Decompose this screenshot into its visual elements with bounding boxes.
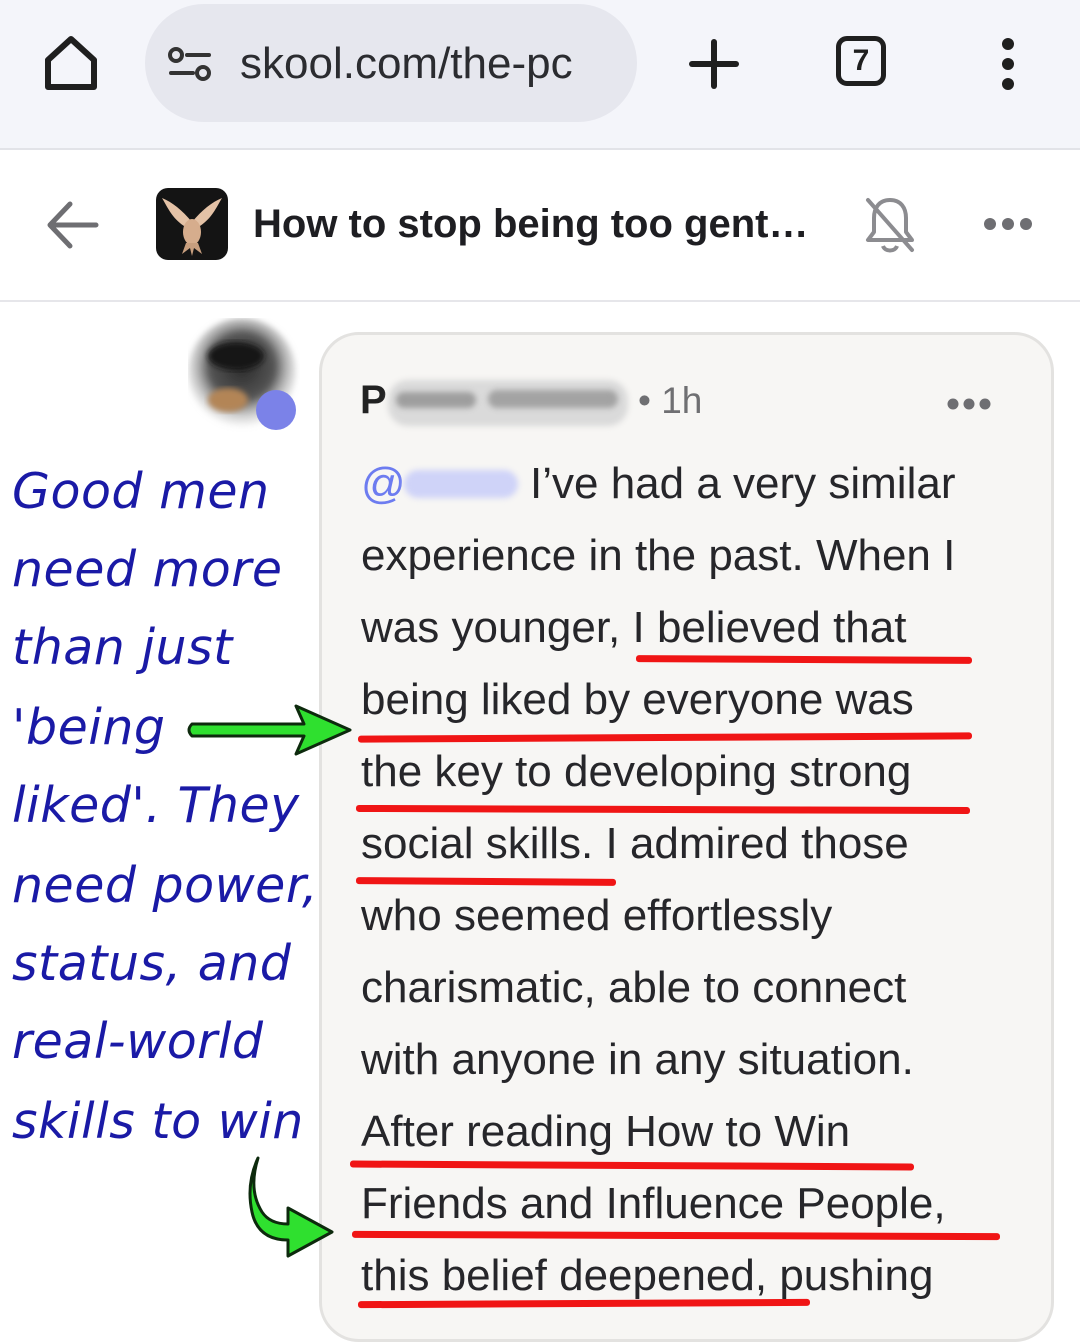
home-icon[interactable] xyxy=(38,30,104,96)
comment-text-line: the key to developing strong xyxy=(361,747,912,796)
author-name[interactable]: P xyxy=(360,378,387,423)
comment-more-icon[interactable] xyxy=(946,396,992,412)
comment-text-line: who seemed effortlessly xyxy=(361,891,833,940)
more-options-icon[interactable] xyxy=(982,214,1034,234)
comment-text-line: with anyone in any situation. xyxy=(361,1035,914,1084)
group-logo[interactable] xyxy=(156,188,228,260)
redacted-author-name-part xyxy=(396,392,476,408)
annotation-text: than just xyxy=(12,619,233,676)
post-header: How to stop being too gentl… xyxy=(0,150,1080,302)
new-tab-icon[interactable] xyxy=(686,36,742,92)
curved-arrow-icon xyxy=(248,1150,338,1258)
comment-text-line: being liked by everyone was xyxy=(361,675,914,724)
redacted-mention xyxy=(404,470,518,498)
annotation-text: skills to win xyxy=(12,1093,304,1150)
comment-text-line: this belief deepened, pushing xyxy=(361,1251,934,1300)
annotation-text: need more xyxy=(12,541,283,598)
comment-text-line: social skills. I admired those xyxy=(361,819,909,868)
redacted-author-name-part xyxy=(488,390,618,408)
annotation-text: real-world xyxy=(12,1013,264,1070)
bell-off-icon[interactable] xyxy=(862,194,918,256)
browser-toolbar: skool.com/the-pc 7 xyxy=(0,0,1080,150)
post-title: How to stop being too gentl… xyxy=(253,202,813,246)
annotation-text: 'being xyxy=(12,699,166,756)
comment-text-line: Friends and Influence People, xyxy=(361,1179,946,1228)
comment-text-line: was younger, I believed that xyxy=(361,603,907,652)
avatar[interactable] xyxy=(188,318,300,442)
menu-icon[interactable] xyxy=(990,36,1026,96)
back-arrow-icon[interactable] xyxy=(44,200,100,250)
comment-text-line: charismatic, able to connect xyxy=(361,963,907,1012)
mention-link[interactable]: @ xyxy=(361,458,406,510)
comment-text-line: I’ve had a very similar xyxy=(530,459,956,508)
site-settings-icon[interactable] xyxy=(167,46,213,82)
annotation-text: need power, xyxy=(12,857,319,914)
url-text[interactable]: skool.com/the-pc xyxy=(240,38,620,90)
right-arrow-icon xyxy=(186,700,356,760)
comment-text-line: After reading How to Win xyxy=(361,1107,851,1156)
annotation-text: status, and xyxy=(12,935,292,992)
tabs-icon[interactable]: 7 xyxy=(836,36,886,86)
annotation-text: Good men xyxy=(12,463,270,520)
comment-text-line: experience in the past. When I xyxy=(361,531,956,580)
address-bar[interactable]: skool.com/the-pc xyxy=(145,4,637,122)
annotation-text: liked'. They xyxy=(12,777,300,834)
comment-timestamp: • 1h xyxy=(638,380,703,421)
